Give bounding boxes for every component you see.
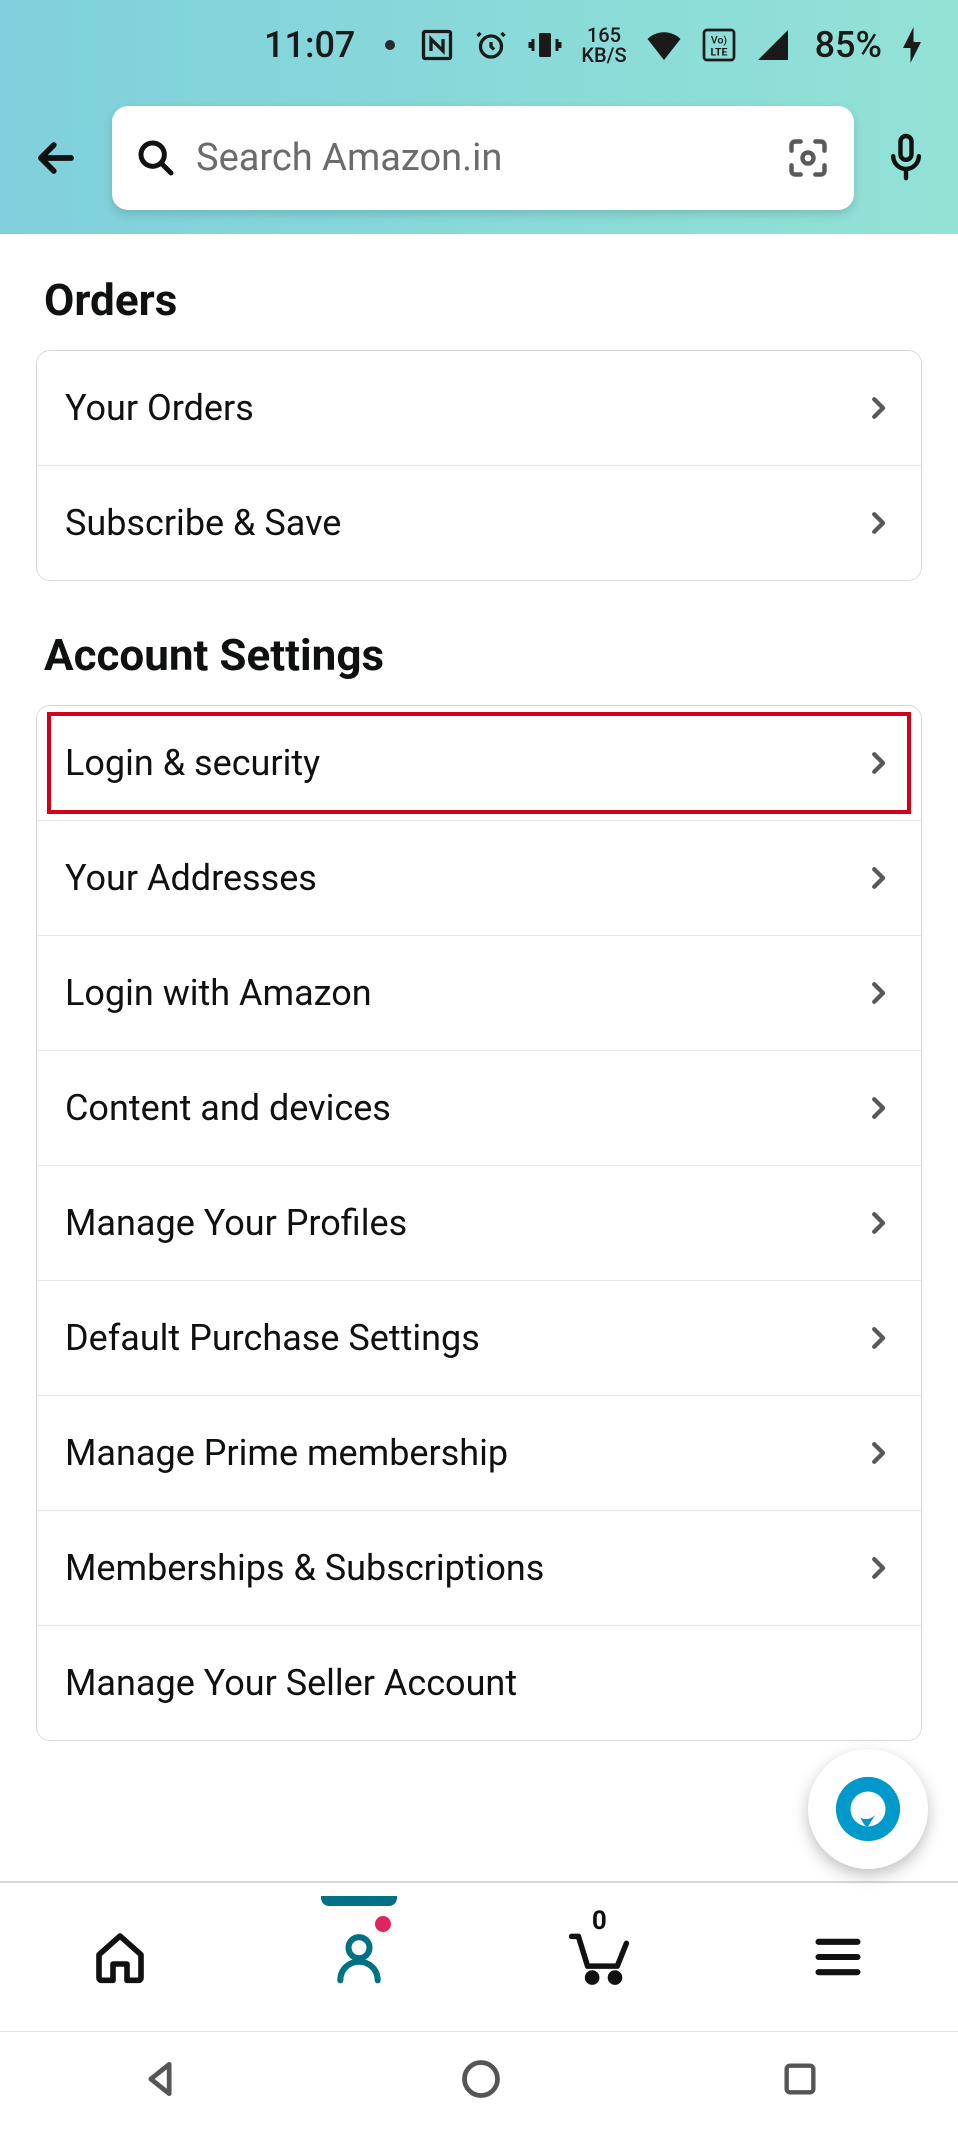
nav-menu[interactable]	[778, 1912, 898, 2002]
row-label: Content and devices	[65, 1087, 391, 1129]
chevron-right-icon	[863, 1438, 893, 1468]
chevron-right-icon	[863, 1553, 893, 1583]
camera-scan-icon[interactable]	[786, 136, 830, 180]
circle-home-icon	[459, 2057, 503, 2101]
row-label: Default Purchase Settings	[65, 1317, 480, 1359]
row-login-security[interactable]: Login & security	[37, 706, 921, 821]
row-your-orders[interactable]: Your Orders	[37, 351, 921, 466]
row-subscribe-save[interactable]: Subscribe & Save	[37, 466, 921, 580]
row-label: Manage Prime membership	[65, 1432, 508, 1474]
row-default-purchase-settings[interactable]: Default Purchase Settings	[37, 1281, 921, 1396]
volte-icon: Vo)LTE	[701, 27, 737, 63]
row-label: Memberships & Subscriptions	[65, 1547, 544, 1589]
status-bar: 11:07 165 KB/S Vo)LTE 85%	[0, 0, 958, 90]
battery-percentage: 85%	[815, 24, 882, 66]
row-your-addresses[interactable]: Your Addresses	[37, 821, 921, 936]
network-speed-icon: 165 KB/S	[581, 25, 626, 65]
chevron-right-icon	[863, 1093, 893, 1123]
voice-search-button[interactable]	[878, 130, 934, 186]
chevron-right-icon	[863, 393, 893, 423]
home-icon	[92, 1929, 148, 1985]
search-box[interactable]	[112, 106, 854, 210]
user-icon	[331, 1929, 387, 1985]
row-label: Manage Your Seller Account	[65, 1662, 517, 1704]
account-settings-card: Login & security Your Addresses Login wi…	[36, 705, 922, 1741]
row-manage-prime[interactable]: Manage Prime membership	[37, 1396, 921, 1511]
triangle-back-icon	[138, 2057, 182, 2101]
row-login-with-amazon[interactable]: Login with Amazon	[37, 936, 921, 1051]
chevron-right-icon	[863, 508, 893, 538]
mic-icon	[884, 132, 928, 184]
square-recents-icon	[780, 2059, 820, 2099]
search-input[interactable]	[196, 136, 766, 180]
wifi-icon	[645, 30, 683, 60]
cart-icon	[567, 1929, 631, 1985]
vibrate-icon	[527, 27, 563, 63]
row-label: Manage Your Profiles	[65, 1202, 407, 1244]
app-header	[0, 90, 958, 234]
status-separator-dot	[385, 40, 395, 50]
chevron-right-icon	[863, 1323, 893, 1353]
orders-heading: Orders	[44, 274, 922, 326]
row-label: Subscribe & Save	[65, 502, 341, 544]
account-settings-heading: Account Settings	[44, 629, 922, 681]
svg-text:LTE: LTE	[710, 46, 727, 59]
signal-icon	[755, 30, 791, 60]
nfc-icon	[419, 27, 455, 63]
alexa-fab[interactable]	[808, 1749, 928, 1869]
orders-card: Your Orders Subscribe & Save	[36, 350, 922, 581]
row-manage-seller-account[interactable]: Manage Your Seller Account	[37, 1626, 921, 1740]
row-manage-profiles[interactable]: Manage Your Profiles	[37, 1166, 921, 1281]
row-memberships-subscriptions[interactable]: Memberships & Subscriptions	[37, 1511, 921, 1626]
alarm-icon	[473, 27, 509, 63]
sys-home-button[interactable]	[459, 2057, 503, 2105]
chevron-right-icon	[863, 863, 893, 893]
row-label: Login with Amazon	[65, 972, 372, 1014]
nav-account[interactable]	[299, 1912, 419, 2002]
chevron-right-icon	[863, 978, 893, 1008]
highlight-annotation	[47, 712, 911, 814]
status-time: 11:07	[264, 24, 355, 66]
content-area: Orders Your Orders Subscribe & Save Acco…	[0, 234, 958, 1881]
arrow-left-icon	[30, 132, 82, 184]
search-icon	[136, 138, 176, 178]
back-button[interactable]	[24, 126, 88, 190]
row-label: Your Addresses	[65, 857, 317, 899]
notification-dot	[375, 1916, 391, 1932]
chevron-right-icon	[863, 1208, 893, 1238]
row-label: Your Orders	[65, 387, 254, 429]
sys-recents-button[interactable]	[780, 2059, 820, 2103]
active-tab-indicator	[321, 1896, 397, 1906]
alexa-icon	[833, 1774, 903, 1844]
nav-home[interactable]	[60, 1912, 180, 2002]
menu-icon	[812, 1935, 864, 1979]
cart-count-badge: 0	[592, 1906, 607, 1936]
nav-cart[interactable]: 0	[539, 1912, 659, 2002]
row-content-devices[interactable]: Content and devices	[37, 1051, 921, 1166]
system-nav-bar	[0, 2031, 958, 2129]
charging-icon	[900, 27, 924, 63]
sys-back-button[interactable]	[138, 2057, 182, 2105]
bottom-nav: 0	[0, 1881, 958, 2031]
